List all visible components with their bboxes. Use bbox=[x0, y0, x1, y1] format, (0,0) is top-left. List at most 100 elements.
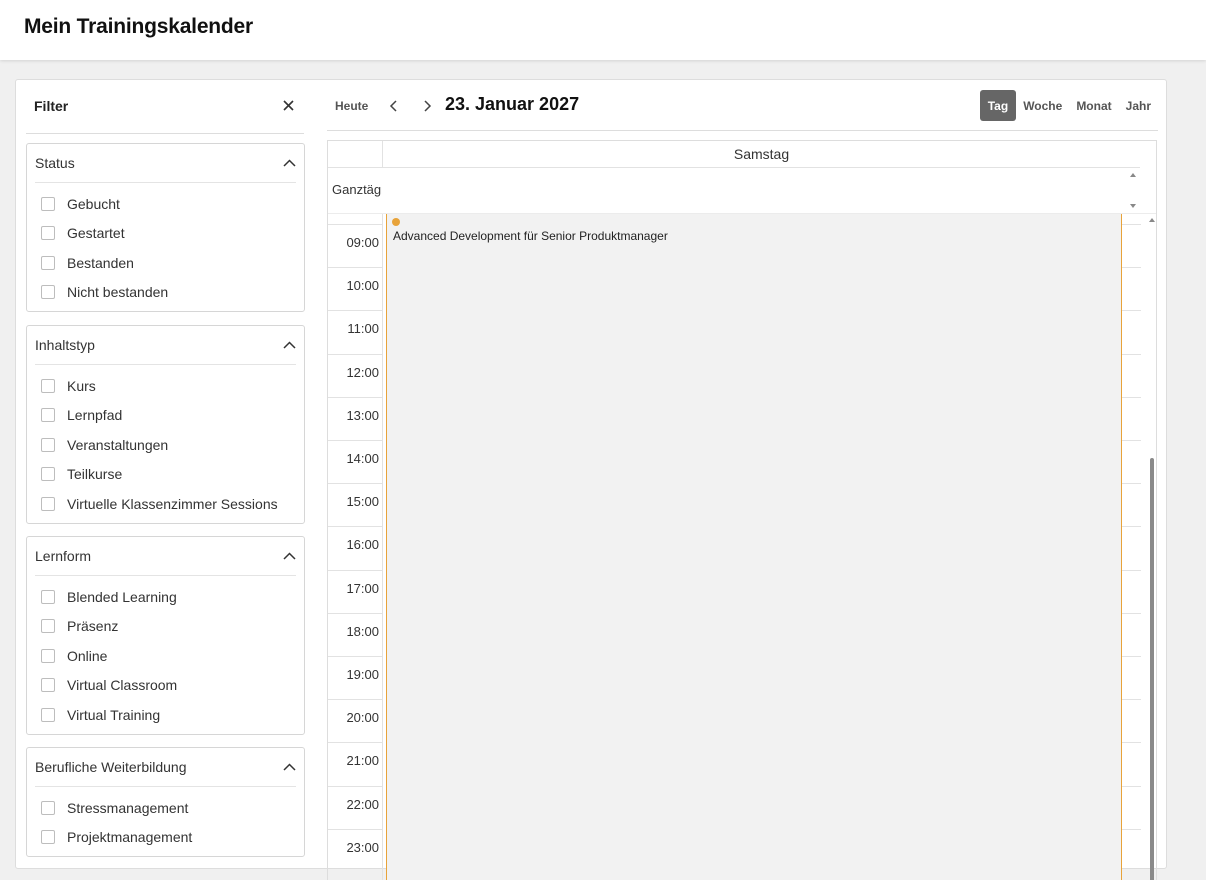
filter-group-label: Berufliche Weiterbildung bbox=[35, 759, 187, 775]
filter-group: Status Gebucht Gestartet Bestanden Nicht bes… bbox=[26, 143, 305, 312]
filter-group: Inhaltstyp Kurs Lernpfad Veranstaltungen Tei… bbox=[26, 325, 305, 524]
filter-checkbox[interactable] bbox=[41, 196, 55, 211]
calendar-toolbar: Heute 23. Januar 2027 Tag Woche Monat Jahr bbox=[327, 80, 1158, 131]
filter-checkbox[interactable] bbox=[41, 648, 55, 663]
filter-option[interactable]: Gebucht bbox=[27, 189, 304, 219]
view-button-jahr[interactable]: Jahr bbox=[1119, 90, 1158, 121]
filter-option[interactable]: Bestanden bbox=[27, 248, 304, 278]
view-button-monat[interactable]: Monat bbox=[1069, 90, 1118, 121]
filter-option[interactable]: Präsenz bbox=[27, 612, 304, 642]
allday-row: Ganztägig bbox=[328, 168, 1140, 213]
filter-option[interactable]: Blended Learning bbox=[27, 582, 304, 612]
filter-group-header[interactable]: Inhaltstyp bbox=[35, 326, 296, 365]
filter-checkbox[interactable] bbox=[41, 707, 55, 722]
chevron-up-icon[interactable] bbox=[282, 156, 296, 170]
date-title: 23. Januar 2027 bbox=[445, 94, 580, 114]
filter-checkbox[interactable] bbox=[41, 467, 55, 482]
close-icon[interactable] bbox=[278, 95, 298, 115]
filter-checkbox[interactable] bbox=[41, 255, 55, 270]
filter-option[interactable]: Projektmanagement bbox=[27, 823, 304, 853]
filter-checkbox[interactable] bbox=[41, 378, 55, 393]
allday-label: Ganztägig bbox=[332, 182, 382, 197]
time-gutter bbox=[328, 214, 383, 880]
event-title: Advanced Development für Senior Produktm… bbox=[393, 229, 668, 243]
scroll-down-icon[interactable] bbox=[1128, 202, 1138, 210]
filter-option[interactable]: Online bbox=[27, 641, 304, 671]
event-status-dot bbox=[392, 218, 400, 226]
filter-group-label: Lernform bbox=[35, 548, 92, 564]
filter-option-label: Virtuelle Klassenzimmer Sessions bbox=[67, 495, 278, 512]
filter-checkbox[interactable] bbox=[41, 496, 55, 511]
scroll-up-icon[interactable] bbox=[1148, 216, 1156, 224]
filter-option[interactable]: Virtuelle Klassenzimmer Sessions bbox=[27, 489, 304, 519]
filter-option[interactable]: Kurs bbox=[27, 371, 304, 401]
filter-option-label: Online bbox=[67, 647, 108, 664]
chevron-left-icon[interactable] bbox=[383, 95, 405, 117]
filter-option-label: Lernpfad bbox=[67, 407, 123, 424]
day-grid: Samstag Ganztägig 23:0022:0021:0020:0019… bbox=[327, 140, 1157, 880]
filter-checkbox[interactable] bbox=[41, 830, 55, 845]
filter-option[interactable]: Nicht bestanden bbox=[27, 278, 304, 308]
filter-group: Berufliche Weiterbildung Stressmanagement… bbox=[26, 747, 305, 857]
filter-option-label: Nicht bestanden bbox=[67, 284, 169, 301]
chevron-up-icon[interactable] bbox=[282, 760, 296, 774]
filter-option-label: Präsenz bbox=[67, 618, 119, 635]
filter-option-list: Stressmanagement Projektmanagement bbox=[27, 787, 304, 856]
filter-checkbox[interactable] bbox=[41, 226, 55, 241]
filter-option-list: Blended Learning Präsenz Online Virtual Cla… bbox=[27, 576, 304, 734]
filter-option[interactable]: Virtual Classroom bbox=[27, 671, 304, 701]
filter-option-list: Kurs Lernpfad Veranstaltungen Teilkurse Virt… bbox=[27, 365, 304, 523]
calendar-card: Filter Status Gebucht Gestartet Bestanden Ni… bbox=[15, 79, 1167, 880]
filter-checkbox[interactable] bbox=[41, 437, 55, 452]
scroll-up-icon[interactable] bbox=[1128, 171, 1138, 179]
vertical-scrollbar[interactable] bbox=[1148, 214, 1156, 880]
filter-checkbox[interactable] bbox=[41, 678, 55, 693]
chevron-up-icon[interactable] bbox=[282, 549, 296, 563]
filter-option-label: Gestartet bbox=[67, 225, 125, 242]
filter-option[interactable]: Gestartet bbox=[27, 219, 304, 249]
filter-option-label: Kurs bbox=[67, 377, 96, 394]
filter-option-label: Bestanden bbox=[67, 254, 134, 271]
filter-option-label: Virtual Classroom bbox=[67, 677, 178, 694]
day-header: Samstag bbox=[328, 141, 1140, 168]
app-header: Mein Trainingskalender bbox=[0, 0, 1206, 60]
filter-option-label: Blended Learning bbox=[67, 588, 177, 605]
view-button-woche[interactable]: Woche bbox=[1016, 90, 1069, 121]
chevron-right-icon[interactable] bbox=[416, 95, 438, 117]
filter-option-label: Veranstaltungen bbox=[67, 436, 169, 453]
filter-option[interactable]: Lernpfad bbox=[27, 401, 304, 431]
scrollbar-thumb[interactable] bbox=[1150, 458, 1154, 880]
filter-group-label: Status bbox=[35, 155, 75, 171]
filter-option-list: Gebucht Gestartet Bestanden Nicht bestanden bbox=[27, 183, 304, 311]
filter-group: Lernform Blended Learning Präsenz Online Vir… bbox=[26, 536, 305, 735]
calendar-event[interactable]: Advanced Development für Senior Produktm… bbox=[386, 214, 1122, 880]
filter-option-label: Projektmanagement bbox=[67, 829, 193, 846]
filter-group-header[interactable]: Status bbox=[35, 144, 296, 183]
filter-group-header[interactable]: Lernform bbox=[35, 537, 296, 576]
filter-checkbox[interactable] bbox=[41, 589, 55, 604]
filter-checkbox[interactable] bbox=[41, 800, 55, 815]
filter-option-label: Gebucht bbox=[67, 195, 120, 212]
view-button-tag[interactable]: Tag bbox=[979, 90, 1017, 121]
time-body: 23:00 22:00 21:00 20:00 19:00 18:00 17:00 16:00… bbox=[328, 213, 1156, 880]
filter-checkbox[interactable] bbox=[41, 619, 55, 634]
view-switcher: Tag Woche Monat Jahr bbox=[979, 90, 1158, 121]
filter-checkbox[interactable] bbox=[41, 285, 55, 300]
filter-option[interactable]: Virtual Training bbox=[27, 700, 304, 730]
filter-option[interactable]: Veranstaltungen bbox=[27, 430, 304, 460]
filter-option-label: Virtual Training bbox=[67, 706, 161, 723]
filter-option-label: Teilkurse bbox=[67, 466, 123, 483]
filter-group-label: Inhaltstyp bbox=[35, 337, 95, 353]
chevron-up-icon[interactable] bbox=[282, 338, 296, 352]
filter-option-label: Stressmanagement bbox=[67, 799, 189, 816]
filter-option[interactable]: Stressmanagement bbox=[27, 793, 304, 823]
filter-option[interactable]: Teilkurse bbox=[27, 460, 304, 490]
filter-header: Filter bbox=[26, 80, 304, 134]
filter-group-header[interactable]: Berufliche Weiterbildung bbox=[35, 748, 296, 787]
allday-area[interactable] bbox=[383, 168, 1140, 213]
filter-title: Filter bbox=[34, 98, 69, 114]
today-button[interactable]: Heute bbox=[329, 95, 374, 117]
app-title: Mein Trainingskalender bbox=[24, 15, 253, 38]
filter-checkbox[interactable] bbox=[41, 408, 55, 423]
day-name: Samstag bbox=[733, 146, 790, 162]
